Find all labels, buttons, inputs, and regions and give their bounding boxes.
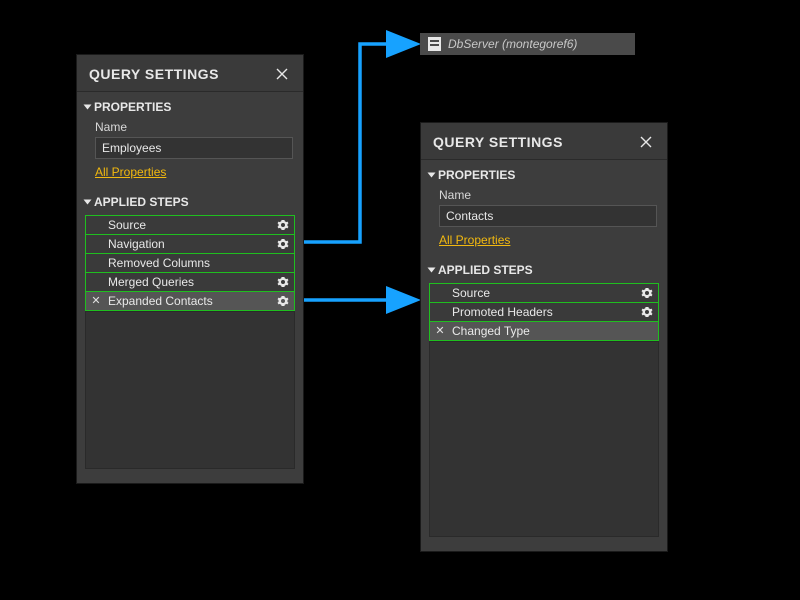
delete-step-icon[interactable]: ✕	[430, 326, 450, 337]
applied-step[interactable]: Removed Columns	[85, 253, 295, 273]
applied-step[interactable]: Source	[85, 215, 295, 235]
panel-header: QUERY SETTINGS	[77, 55, 303, 91]
panel-title: QUERY SETTINGS	[89, 66, 219, 82]
step-label: Promoted Headers	[450, 305, 636, 319]
gear-icon[interactable]	[272, 276, 294, 288]
gear-icon[interactable]	[272, 219, 294, 231]
dbserver-node[interactable]: DbServer (montegoref6)	[420, 33, 635, 55]
gear-icon[interactable]	[636, 287, 658, 299]
step-label: Expanded Contacts	[106, 294, 272, 308]
panel-body: PROPERTIES Name All Properties APPLIED S…	[77, 91, 303, 483]
applied-steps-list: Source Navigation Removed Columns Merged Qu…	[85, 215, 295, 311]
chevron-down-icon	[84, 105, 92, 110]
applied-step[interactable]: ✕Changed Type	[429, 321, 659, 341]
applied-step[interactable]: Source	[429, 283, 659, 303]
panel-header: QUERY SETTINGS	[421, 123, 667, 159]
name-label: Name	[421, 186, 667, 205]
name-label: Name	[77, 118, 303, 137]
steps-empty-area	[429, 341, 659, 537]
close-icon[interactable]	[637, 133, 655, 151]
gear-icon[interactable]	[272, 295, 294, 307]
properties-section-header[interactable]: PROPERTIES	[421, 160, 667, 186]
gear-icon[interactable]	[636, 306, 658, 318]
applied-steps-list: SourcePromoted Headers✕Changed Type	[429, 283, 659, 341]
properties-header-label: PROPERTIES	[94, 100, 171, 114]
name-input[interactable]	[439, 205, 657, 227]
name-input[interactable]	[95, 137, 293, 159]
applied-step[interactable]: Merged Queries	[85, 272, 295, 292]
chevron-down-icon	[84, 200, 92, 205]
applied-steps-header-label: APPLIED STEPS	[94, 195, 189, 209]
applied-steps-header-label: APPLIED STEPS	[438, 263, 533, 277]
step-label: Changed Type	[450, 324, 636, 338]
applied-step[interactable]: Promoted Headers	[429, 302, 659, 322]
chevron-down-icon	[428, 268, 436, 273]
gear-icon[interactable]	[272, 238, 294, 250]
step-label: Removed Columns	[106, 256, 272, 270]
all-properties-link[interactable]: All Properties	[421, 233, 510, 255]
close-icon[interactable]	[273, 65, 291, 83]
applied-step[interactable]: ✕Expanded Contacts	[85, 291, 295, 311]
chevron-down-icon	[428, 173, 436, 178]
dbserver-label: DbServer (montegoref6)	[448, 37, 577, 51]
query-settings-panel-2: QUERY SETTINGS PROPERTIES Name All Prope…	[420, 122, 668, 552]
step-label: Source	[450, 286, 636, 300]
step-label: Merged Queries	[106, 275, 272, 289]
step-label: Source	[106, 218, 272, 232]
steps-empty-area	[85, 311, 295, 469]
query-settings-panel-1: QUERY SETTINGS PROPERTIES Name All Prope…	[76, 54, 304, 484]
applied-steps-section-header[interactable]: APPLIED STEPS	[421, 255, 667, 281]
panel-body: PROPERTIES Name All Properties APPLIED S…	[421, 159, 667, 551]
applied-steps-section-header[interactable]: APPLIED STEPS	[77, 187, 303, 213]
panel-title: QUERY SETTINGS	[433, 134, 563, 150]
database-icon	[428, 37, 441, 51]
properties-section-header[interactable]: PROPERTIES	[77, 92, 303, 118]
all-properties-link[interactable]: All Properties	[77, 165, 166, 187]
properties-header-label: PROPERTIES	[438, 168, 515, 182]
delete-step-icon[interactable]: ✕	[86, 296, 106, 307]
applied-step[interactable]: Navigation	[85, 234, 295, 254]
step-label: Navigation	[106, 237, 272, 251]
